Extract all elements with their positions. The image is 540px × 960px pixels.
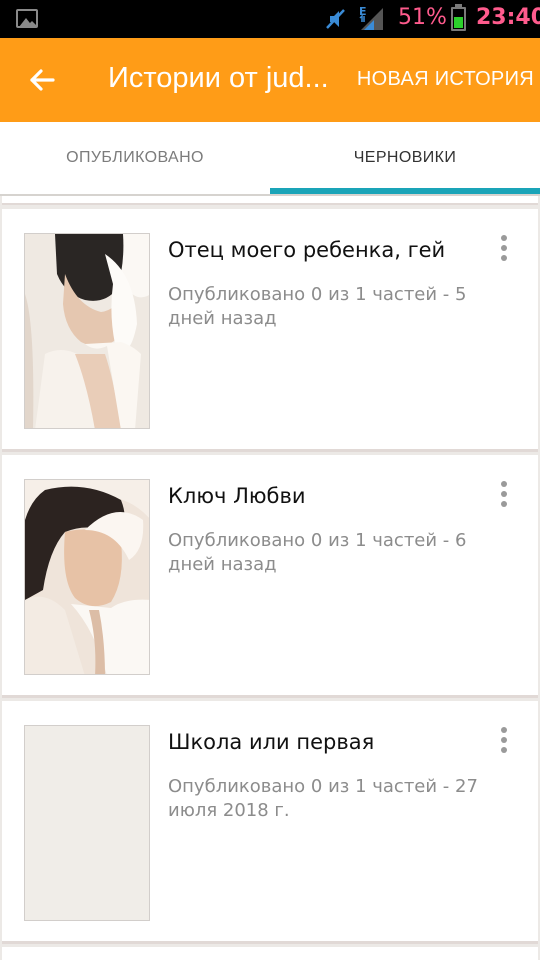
story-title: Отец моего ребенка, гей xyxy=(168,238,446,262)
status-bar: E 51% 23:40 xyxy=(0,0,540,38)
more-options-icon[interactable] xyxy=(490,233,518,265)
tab-indicator xyxy=(270,188,540,194)
tab-drafts[interactable]: ЧЕРНОВИКИ xyxy=(270,122,540,194)
story-cover-image xyxy=(24,479,150,675)
back-arrow-icon[interactable] xyxy=(22,60,62,100)
mute-icon xyxy=(326,9,345,29)
story-cover-placeholder xyxy=(24,725,150,921)
tab-published[interactable]: ОПУБЛИКОВАНО xyxy=(0,122,270,194)
story-card[interactable]: Ключ Любви Опубликовано 0 из 1 частей - … xyxy=(2,455,538,698)
story-cover-image xyxy=(24,233,150,429)
story-status: Опубликовано 0 из 1 частей - 6 дней наза… xyxy=(168,530,467,575)
app-bar: Истории от jud... НОВАЯ ИСТОРИЯ xyxy=(0,38,540,122)
story-title: Ключ Любви xyxy=(168,484,306,508)
story-status: Опубликовано 0 из 1 частей - 27 июля 201… xyxy=(168,776,478,821)
list-item-partial xyxy=(2,947,538,960)
more-options-icon[interactable] xyxy=(490,725,518,757)
page-title: Истории от jud... xyxy=(108,62,329,94)
tab-bar: ОПУБЛИКОВАНО ЧЕРНОВИКИ xyxy=(0,122,540,196)
clock: 23:40 xyxy=(476,5,540,30)
more-options-icon[interactable] xyxy=(490,479,518,511)
new-story-button[interactable]: НОВАЯ ИСТОРИЯ xyxy=(352,68,534,91)
story-list: Отец моего ребенка, гей Опубликовано 0 и… xyxy=(0,196,540,960)
story-card[interactable]: Отец моего ребенка, гей Опубликовано 0 и… xyxy=(2,209,538,452)
battery-percent: 51% xyxy=(398,5,447,30)
list-item-partial xyxy=(2,196,538,205)
battery-icon xyxy=(451,4,466,31)
signal-icon: E xyxy=(359,5,383,30)
story-status: Опубликовано 0 из 1 частей - 5 дней наза… xyxy=(168,284,467,329)
svg-text:E: E xyxy=(359,5,367,18)
story-title: Школа или первая xyxy=(168,730,375,754)
story-card[interactable]: Школа или первая Опубликовано 0 из 1 час… xyxy=(2,701,538,944)
gallery-icon xyxy=(16,9,38,28)
